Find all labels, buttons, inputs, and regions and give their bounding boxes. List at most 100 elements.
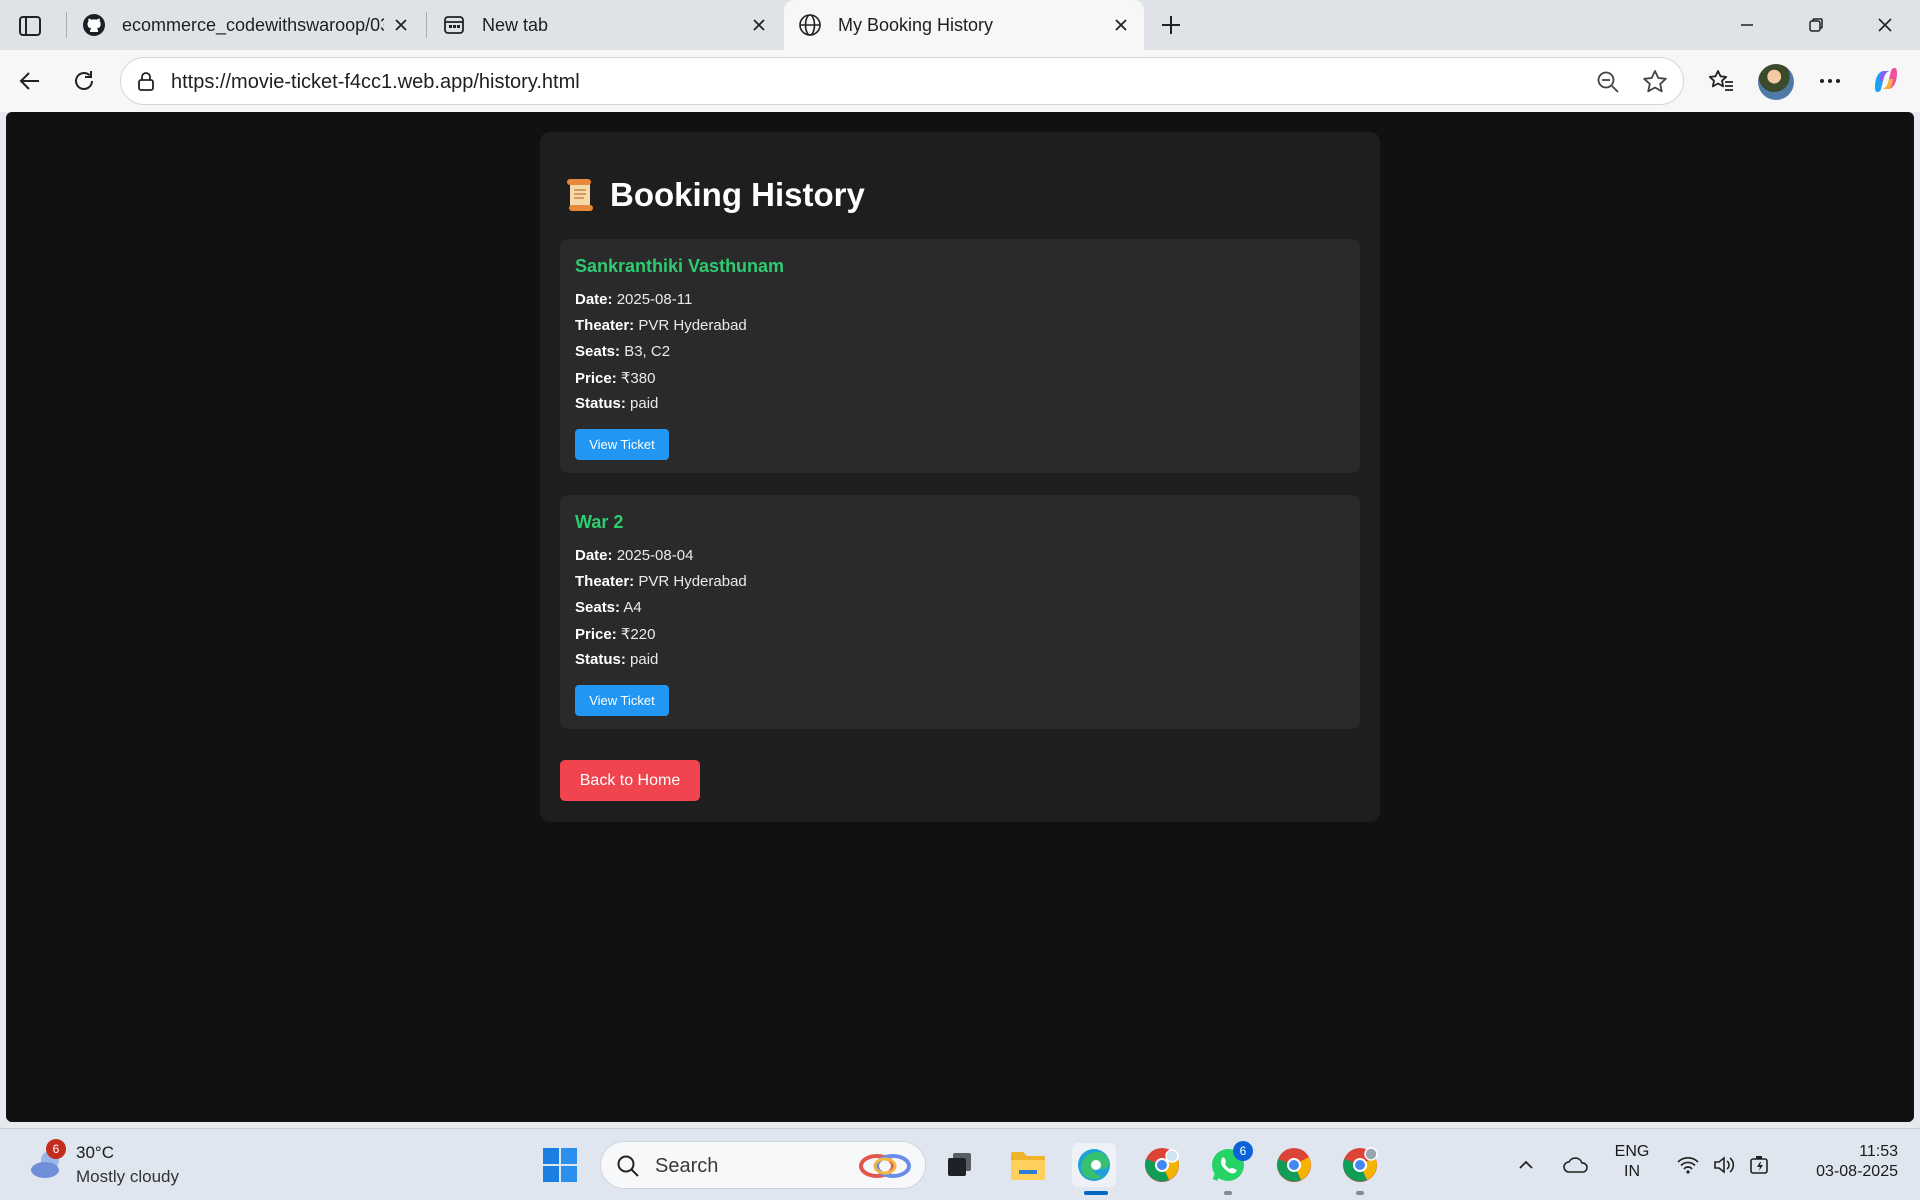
booking-date: Date: 2025-08-04 [575, 547, 693, 564]
page-title-text: Booking History [610, 176, 865, 213]
back-to-home-button[interactable]: Back to Home [560, 760, 700, 801]
booking-theater: Theater: PVR Hyderabad [575, 317, 747, 334]
booking-price: Price: ₹380 [575, 369, 655, 387]
search-icon [617, 1155, 639, 1177]
whatsapp-badge: 6 [1233, 1141, 1253, 1161]
running-app-indicator [1356, 1191, 1364, 1195]
weather-badge: 6 [46, 1139, 66, 1159]
browser-toolbar: https://movie-ticket-f4cc1.web.app/histo… [0, 50, 1920, 112]
close-tab-icon[interactable] [390, 14, 412, 36]
battery-icon[interactable] [1740, 1143, 1780, 1187]
restore-icon[interactable] [1793, 10, 1839, 40]
view-ticket-button[interactable]: View Ticket [575, 685, 669, 716]
github-icon [82, 13, 106, 37]
booking-status: Status: paid [575, 395, 658, 412]
field-label: Status: [575, 651, 626, 668]
field-value: B3, C2 [624, 343, 671, 360]
field-value: paid [630, 395, 659, 412]
zoom-out-icon[interactable] [1595, 69, 1621, 100]
page-viewport: Booking History Sankranthiki Vasthunam D… [6, 112, 1914, 1122]
booking-theater: Theater: PVR Hyderabad [575, 573, 747, 590]
more-options-icon[interactable] [1812, 63, 1848, 99]
show-hidden-icons-chevron[interactable] [1504, 1143, 1548, 1187]
field-value: PVR Hyderabad [638, 573, 747, 590]
field-label: Date: [575, 547, 613, 564]
field-value: ₹220 [620, 626, 656, 643]
taskbar: 6 30°C Mostly cloudy Search 6 ENG IN 11:… [0, 1128, 1920, 1200]
address-bar[interactable]: https://movie-ticket-f4cc1.web.app/histo… [120, 57, 1684, 105]
booking-status: Status: paid [575, 651, 658, 668]
scroll-icon [564, 178, 596, 212]
favorite-star-icon[interactable] [1641, 68, 1669, 101]
tab-booking-history[interactable]: My Booking History [784, 0, 1144, 50]
edge-browser-icon[interactable] [1072, 1143, 1116, 1187]
booking-price: Price: ₹220 [575, 625, 655, 643]
clock-time: 11:53 [1859, 1143, 1898, 1160]
field-label: Theater: [575, 317, 635, 334]
tab-separator [66, 12, 67, 38]
search-highlight-icon [859, 1154, 911, 1178]
field-value: 2025-08-11 [616, 291, 693, 308]
field-value: paid [630, 651, 659, 668]
booking-date: Date: 2025-08-11 [575, 291, 692, 308]
movie-title: War 2 [575, 512, 624, 532]
clock[interactable]: 11:53 03-08-2025 [1788, 1143, 1908, 1181]
running-app-indicator [1224, 1191, 1232, 1195]
tab-title: New tab [482, 14, 549, 35]
onedrive-cloud-icon[interactable] [1554, 1143, 1598, 1187]
weather-condition: Mostly cloudy [76, 1167, 179, 1186]
url-text[interactable]: https://movie-ticket-f4cc1.web.app/histo… [171, 71, 580, 94]
minimize-icon[interactable] [1724, 10, 1770, 40]
profile-avatar[interactable] [1758, 64, 1794, 100]
chrome-alt-profile-icon[interactable] [1338, 1143, 1382, 1187]
booking-seats: Seats: A4 [575, 599, 642, 616]
tab-new-tab[interactable]: New tab [428, 0, 782, 50]
tab-github[interactable]: ecommerce_codewithswaroop/03 [68, 0, 424, 50]
movie-title: Sankranthiki Vasthunam [575, 256, 785, 276]
chrome-profile-icon[interactable] [1140, 1143, 1184, 1187]
search-label: Search [655, 1155, 719, 1177]
field-value: A4 [623, 599, 642, 616]
field-label: Seats: [575, 599, 621, 616]
volume-icon[interactable] [1704, 1143, 1744, 1187]
lock-icon[interactable] [135, 70, 157, 97]
favorites-icon[interactable] [1703, 63, 1739, 99]
language-code: ENG [1614, 1143, 1650, 1160]
booking-card: Sankranthiki Vasthunam Date: 2025-08-11 … [560, 239, 1360, 473]
windows-start-icon[interactable] [538, 1143, 582, 1187]
active-app-indicator [1084, 1191, 1108, 1195]
taskbar-search[interactable]: Search [600, 1141, 926, 1189]
region-code: IN [1624, 1163, 1640, 1180]
booking-seats: Seats: B3, C2 [575, 343, 670, 360]
booking-card: War 2 Date: 2025-08-04 Theater: PVR Hyde… [560, 495, 1360, 729]
close-window-icon[interactable] [1862, 10, 1908, 40]
tab-actions-icon[interactable] [16, 12, 44, 40]
wifi-icon[interactable] [1668, 1143, 1708, 1187]
field-value: 2025-08-04 [616, 547, 694, 564]
field-label: Price: [575, 370, 617, 387]
copilot-icon[interactable] [1868, 62, 1904, 98]
field-label: Theater: [575, 573, 635, 590]
task-view-icon[interactable] [938, 1143, 982, 1187]
new-tab-page-icon [442, 13, 466, 37]
back-icon[interactable] [12, 63, 48, 99]
page-title: Booking History [564, 176, 865, 214]
close-tab-icon[interactable] [748, 14, 770, 36]
new-tab-plus-icon[interactable] [1156, 10, 1186, 40]
language-indicator[interactable]: ENG IN [1606, 1143, 1658, 1181]
history-container: Booking History Sankranthiki Vasthunam D… [540, 132, 1380, 822]
tab-separator [426, 12, 427, 38]
tab-title: My Booking History [838, 14, 994, 35]
field-value: ₹380 [620, 370, 656, 387]
clock-date: 03-08-2025 [1816, 1163, 1898, 1180]
weather-temp: 30°C [76, 1143, 114, 1162]
view-ticket-button[interactable]: View Ticket [575, 429, 669, 460]
tab-strip: ecommerce_codewithswaroop/03 New tab My … [0, 0, 1920, 50]
chrome-icon[interactable] [1272, 1143, 1316, 1187]
refresh-icon[interactable] [66, 63, 102, 99]
close-tab-icon[interactable] [1110, 14, 1132, 36]
field-label: Price: [575, 626, 617, 643]
field-label: Status: [575, 395, 626, 412]
field-label: Date: [575, 291, 613, 308]
file-explorer-icon[interactable] [1006, 1143, 1050, 1187]
